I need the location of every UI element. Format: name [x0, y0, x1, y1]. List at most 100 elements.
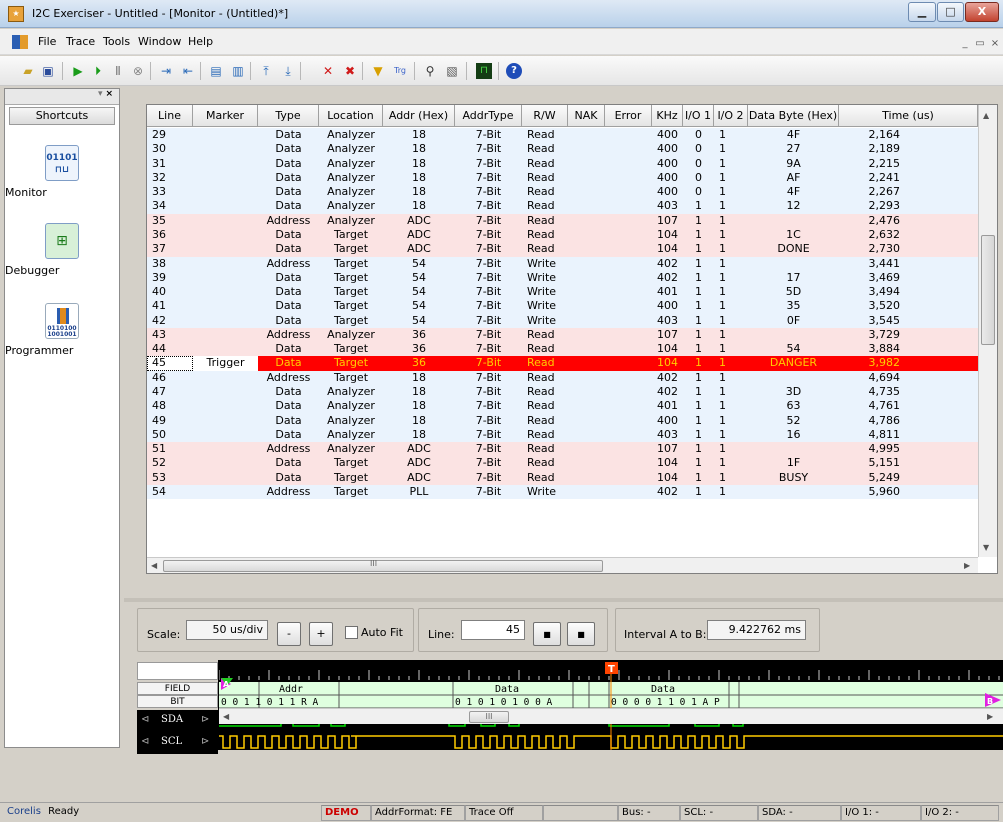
horizontal-scroll-thumb[interactable]: III	[163, 559, 603, 572]
table-row[interactable]: 40 Data Target 54 7-Bit Write 401 1 1 5D 3,494	[147, 285, 978, 300]
wave-scroll-thumb[interactable]: III	[469, 711, 509, 723]
table-row[interactable]: 38 Address Target 54 7-Bit Write 402 1 1 3,441	[147, 256, 978, 271]
column-header-databyte[interactable]: Data Byte (Hex)	[748, 105, 839, 127]
wave-scroll-right-icon[interactable]: ▶	[987, 712, 993, 721]
shortcut-monitor[interactable]: 01101 ⊓⊔ Monitor	[5, 145, 119, 199]
goto-b-button[interactable]: ■	[567, 622, 595, 646]
column-header-io2[interactable]: I/O 2	[714, 105, 748, 127]
help-icon[interactable]: ?	[506, 63, 522, 79]
run-icon[interactable]: ▶	[70, 63, 86, 79]
wave-scroll-left-icon[interactable]: ◀	[223, 712, 229, 721]
close-button[interactable]: X	[965, 2, 999, 22]
table-row[interactable]: 54 Address Target PLL 7-Bit Write 402 1 1 5,960	[147, 485, 978, 500]
table-row[interactable]: 29 Data Analyzer 18 7-Bit Read 400 0 1 4F 2,164	[147, 128, 978, 143]
table-row[interactable]: 37 Data Target ADC 7-Bit Read 104 1 1 DONE 2,730	[147, 242, 978, 257]
mdi-minimize-icon[interactable]: _	[958, 37, 972, 51]
waveform-canvas[interactable]: Addr Data Data 0 0 1 1 0 1 1 R A 0 1 0 1…	[219, 660, 1003, 750]
sda-prev-icon[interactable]: ⊲	[141, 714, 149, 725]
mdi-close-icon[interactable]: ×	[988, 37, 1002, 51]
menu-trace[interactable]: Trace	[66, 35, 95, 48]
stop-icon[interactable]: ⊗	[130, 63, 146, 79]
scroll-down-icon[interactable]: ▼	[983, 543, 989, 552]
waveform-scrollbar[interactable]: ◀ III ▶	[219, 708, 1003, 724]
table-row[interactable]: 45 Trigger Data Target 36 7-Bit Read 104 1 1 DANGE…	[147, 356, 978, 371]
autofit-checkbox[interactable]	[345, 626, 358, 639]
panel-close-icon[interactable]: ×	[105, 89, 113, 99]
column-header-io1[interactable]: I/O 1	[683, 105, 714, 127]
copy-row-icon[interactable]: ▤	[208, 63, 224, 79]
table-row[interactable]: 49 Data Analyzer 18 7-Bit Read 400 1 1 52 4,786	[147, 413, 978, 428]
pane-splitter[interactable]	[124, 598, 1003, 602]
table-row[interactable]: 52 Data Target ADC 7-Bit Read 104 1 1 1F 5,151	[147, 456, 978, 471]
shortcut-programmer[interactable]: 0110100 1001001 Programmer	[5, 303, 119, 357]
vertical-scrollbar[interactable]: ▲ ▼	[978, 105, 997, 557]
table-row[interactable]: 48 Data Analyzer 18 7-Bit Read 401 1 1 63 4,761	[147, 399, 978, 414]
sda-next-icon[interactable]: ⊳	[201, 714, 209, 725]
delete-all-icon[interactable]: ✖	[342, 63, 358, 79]
move-up-icon[interactable]: ⤒	[258, 63, 274, 79]
table-row[interactable]: 53 Data Target ADC 7-Bit Read 104 1 1 BUSY 5,249	[147, 470, 978, 485]
scroll-right-icon[interactable]: ▶	[964, 561, 970, 570]
menu-file[interactable]: File	[38, 35, 56, 48]
table-row[interactable]: 30 Data Analyzer 18 7-Bit Read 400 0 1 27 2,189	[147, 142, 978, 157]
scroll-up-icon[interactable]: ▲	[983, 111, 989, 120]
waveform-viewer[interactable]: FIELD BIT ⊲ SDA ⊳ ⊲ SCL ⊳ Addr Data Data…	[137, 660, 1003, 754]
scl-next-icon[interactable]: ⊳	[201, 736, 209, 747]
table-row[interactable]: 46 Address Target 18 7-Bit Read 402 1 1 4,694	[147, 370, 978, 386]
table-row[interactable]: 41 Data Target 54 7-Bit Write 400 1 1 35 3,520	[147, 299, 978, 314]
column-header-line[interactable]: Line	[147, 105, 193, 127]
filter-icon[interactable]: ▼	[370, 63, 386, 79]
column-header-location[interactable]: Location	[319, 105, 383, 127]
trigger-icon[interactable]: Trg	[392, 63, 408, 79]
zoom-in-button[interactable]: +	[309, 622, 333, 646]
horizontal-scrollbar[interactable]: ◀ III ▶	[147, 557, 978, 573]
paste-row-icon[interactable]: ▥	[230, 63, 246, 79]
table-row[interactable]: 33 Data Analyzer 18 7-Bit Read 400 0 1 4F 2,267	[147, 185, 978, 200]
table-row[interactable]: 50 Data Analyzer 18 7-Bit Read 403 1 1 16 4,811	[147, 427, 978, 443]
table-row[interactable]: 32 Data Analyzer 18 7-Bit Read 400 0 1 AF 2,241	[147, 170, 978, 186]
column-header-nak[interactable]: NAK	[568, 105, 605, 127]
table-row[interactable]: 43 Address Analyzer 36 7-Bit Read 107 1 1 3,729	[147, 327, 978, 343]
column-header-error[interactable]: Error	[605, 105, 652, 127]
open-icon[interactable]: ▰	[20, 63, 36, 79]
vertical-scroll-thumb[interactable]	[981, 235, 995, 345]
maximize-button[interactable]: □	[937, 2, 964, 22]
column-header-type[interactable]: Type	[258, 105, 319, 127]
column-header-marker[interactable]: Marker	[193, 105, 258, 127]
menu-tools[interactable]: Tools	[103, 35, 130, 48]
scl-prev-icon[interactable]: ⊲	[141, 736, 149, 747]
move-down-icon[interactable]: ⤓	[280, 63, 296, 79]
column-header-khz[interactable]: KHz	[652, 105, 683, 127]
column-header-time[interactable]: Time (us)	[839, 105, 978, 127]
shortcut-debugger[interactable]: ⊞ Debugger	[5, 223, 119, 277]
line-field[interactable]: 45	[461, 620, 525, 640]
run-step-icon[interactable]: ⏵	[90, 63, 106, 79]
goto-a-button[interactable]: ■	[533, 622, 561, 646]
table-row[interactable]: 35 Address Analyzer ADC 7-Bit Read 107 1 1 2,476	[147, 213, 978, 228]
zoom-out-button[interactable]: -	[277, 622, 301, 646]
insert-after-icon[interactable]: ⇤	[180, 63, 196, 79]
scale-field[interactable]: 50 us/div	[186, 620, 268, 640]
waveform-icon[interactable]: ⊓	[476, 63, 492, 79]
table-row[interactable]: 51 Address Analyzer ADC 7-Bit Read 107 1 1 4,995	[147, 442, 978, 457]
column-header-rw[interactable]: R/W	[522, 105, 568, 127]
table-row[interactable]: 44 Data Target 36 7-Bit Read 104 1 1 54 3,884	[147, 342, 978, 357]
column-header-addr[interactable]: Addr (Hex)	[383, 105, 455, 127]
table-row[interactable]: 34 Data Analyzer 18 7-Bit Read 403 1 1 12 2,293	[147, 199, 978, 214]
table-row[interactable]: 31 Data Analyzer 18 7-Bit Read 400 0 1 9A 2,215	[147, 156, 978, 171]
table-row[interactable]: 39 Data Target 54 7-Bit Write 402 1 1 17 3,469	[147, 270, 978, 286]
table-row[interactable]: 36 Data Target ADC 7-Bit Read 104 1 1 1C 2,632	[147, 227, 978, 243]
save-icon[interactable]: ▣	[40, 63, 56, 79]
column-header-addrtype[interactable]: AddrType	[455, 105, 522, 127]
insert-before-icon[interactable]: ⇥	[158, 63, 174, 79]
menu-window[interactable]: Window	[138, 35, 181, 48]
pause-icon[interactable]: Ⅱ	[110, 63, 126, 79]
table-row[interactable]: 47 Data Analyzer 18 7-Bit Read 402 1 1 3D 4,735	[147, 385, 978, 400]
minimize-button[interactable]: ▁	[908, 2, 936, 22]
mdi-restore-icon[interactable]: ▭	[973, 37, 987, 51]
properties-icon[interactable]: ▧	[444, 63, 460, 79]
scroll-left-icon[interactable]: ◀	[151, 561, 157, 570]
table-row[interactable]: 42 Data Target 54 7-Bit Write 403 1 1 0F 3,545	[147, 313, 978, 328]
find-icon[interactable]: ⚲	[422, 63, 438, 79]
delete-icon[interactable]: ✕	[320, 63, 336, 79]
